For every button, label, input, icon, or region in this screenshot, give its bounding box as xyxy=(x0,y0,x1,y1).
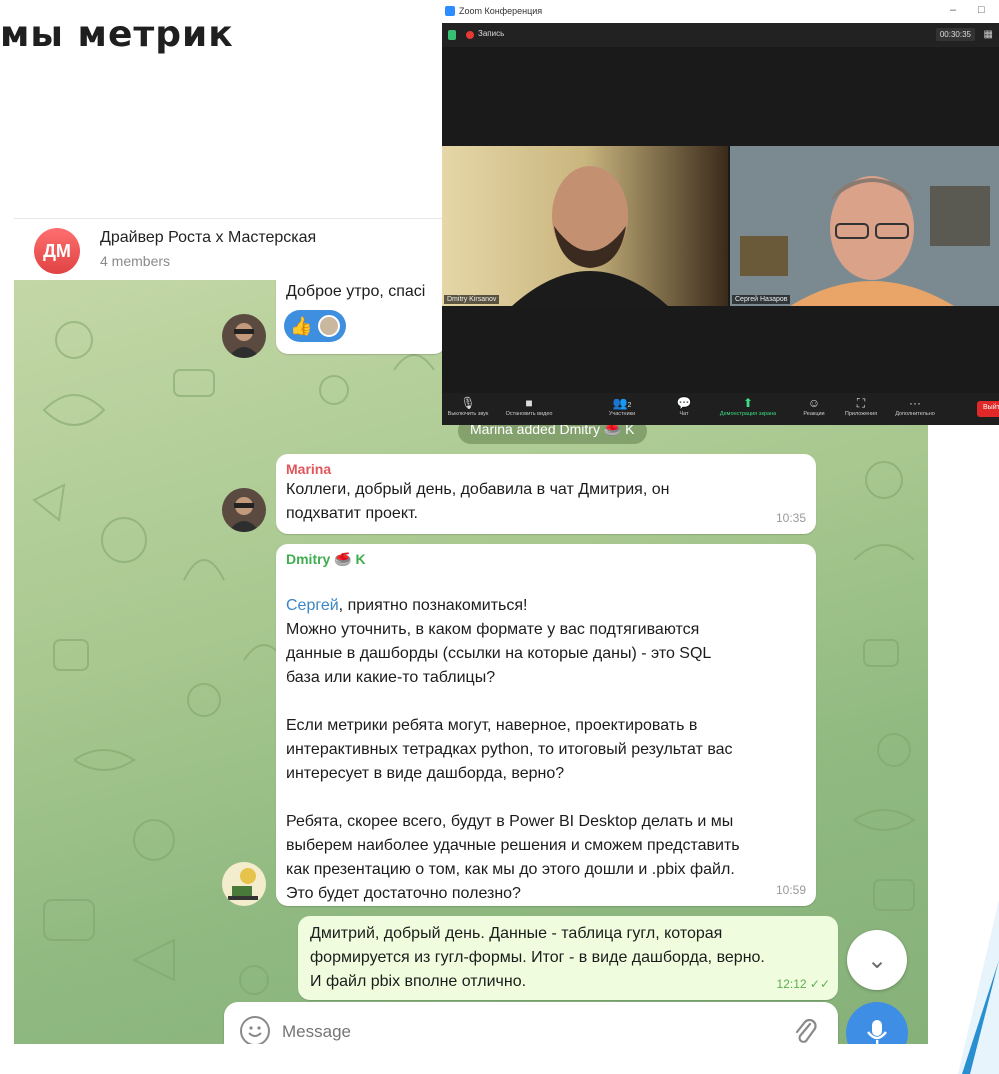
meeting-timer: 00:30:35 xyxy=(935,28,975,41)
reactor-avatar xyxy=(318,315,341,337)
reactions-button[interactable]: ☺ Реакции xyxy=(792,395,836,417)
reaction-chip[interactable]: 👍 xyxy=(284,310,347,342)
record-icon xyxy=(466,31,474,39)
reactions-icon: ☺ xyxy=(807,396,821,410)
chat-header[interactable]: ДМ Драйвер Роста x Мастерская 4 members xyxy=(14,218,444,280)
message-sender: Dmitry 🥌 K xyxy=(286,551,366,567)
participant-video[interactable]: Сергей Назаров xyxy=(730,146,999,306)
participants-count: 2 xyxy=(627,402,632,409)
message-paragraph: Ребята, скорее всего, будут в Power BI D… xyxy=(286,813,740,902)
emoji-icon[interactable] xyxy=(240,1016,270,1044)
sender-avatar[interactable] xyxy=(222,488,266,532)
chat-members-count: 4 members xyxy=(100,253,171,269)
message-text: Сергей, приятно познакомиться! xyxy=(286,597,528,614)
message-input[interactable] xyxy=(282,1016,752,1044)
message-sender: Marina xyxy=(286,461,332,477)
scroll-down-button[interactable]: ⌄ xyxy=(847,930,907,990)
thumbs-up-icon: 👍 xyxy=(290,316,313,336)
message-time: 12:12 ✓✓ xyxy=(776,977,830,991)
more-button[interactable]: ··· Дополнительно xyxy=(888,395,942,417)
stop-video-button[interactable]: ■ Остановить видео xyxy=(500,395,558,417)
zoom-titlebar[interactable]: Zoom Конференция – □ xyxy=(442,0,999,23)
more-icon: ··· xyxy=(909,396,921,410)
participant-video[interactable]: Dmitry Kirsanov xyxy=(442,146,728,306)
chat-button[interactable]: 💬 Чат xyxy=(662,395,706,417)
minimize-button[interactable]: – xyxy=(950,4,956,16)
participant-name: Сергей Назаров xyxy=(732,295,791,304)
message-bubble-outgoing[interactable]: Дмитрий, добрый день. Данные - таблица г… xyxy=(298,916,838,1000)
message-paragraph: Можно уточнить, в каком формате у вас по… xyxy=(286,621,712,686)
message-text: Коллеги, добрый день, добавила в чат Дми… xyxy=(286,481,670,522)
sender-avatar[interactable] xyxy=(222,862,266,906)
zoom-logo-icon xyxy=(445,6,455,16)
chat-avatar: ДМ xyxy=(34,228,80,274)
message-text: Доброе утро, спасі xyxy=(286,283,426,300)
message-composer[interactable] xyxy=(224,1002,838,1044)
shield-icon[interactable] xyxy=(448,30,456,40)
video-icon: ■ xyxy=(525,396,533,410)
participant-name: Dmitry Kirsanov xyxy=(444,295,500,304)
message-bubble[interactable]: Marina Коллеги, добрый день, добавила в … xyxy=(276,454,816,534)
message-text: Дмитрий, добрый день. Данные - таблица г… xyxy=(310,925,765,990)
recording-label: Запись xyxy=(478,29,505,38)
message-time: 10:59 xyxy=(775,883,806,897)
chevron-down-icon: ⌄ xyxy=(866,946,888,974)
apps-button[interactable]: ⛶ Приложения xyxy=(838,395,884,417)
grid-view-icon[interactable]: ▦ xyxy=(984,29,993,40)
mute-button[interactable]: 🎙 Выключить звук xyxy=(444,395,492,417)
message-bubble[interactable]: Dmitry 🥌 K Сергей, приятно познакомиться… xyxy=(276,544,816,906)
message-bubble[interactable]: Доброе утро, спасі 👍 xyxy=(276,280,446,354)
chat-icon: 💬 xyxy=(676,396,692,410)
mic-icon: 🎙 xyxy=(460,396,476,410)
mic-icon xyxy=(867,1020,887,1044)
leave-meeting-button[interactable]: Выйти xyxy=(977,401,999,417)
sender-avatar[interactable] xyxy=(222,314,266,358)
zoom-window[interactable]: Zoom Конференция – □ Запись 00:30:35 ▦ D… xyxy=(442,0,999,425)
zoom-meeting-bar: Запись 00:30:35 ▦ xyxy=(442,23,999,47)
maximize-button[interactable]: □ xyxy=(978,4,985,16)
mention-link[interactable]: Сергей xyxy=(286,597,339,614)
share-screen-button[interactable]: ⬆ Демонстрация экрана xyxy=(712,395,784,417)
participants-icon: 👥2 xyxy=(612,396,632,410)
attach-icon[interactable] xyxy=(792,1016,818,1044)
apps-icon: ⛶ xyxy=(856,396,866,410)
zoom-toolbar: 🎙 Выключить звук ■ Остановить видео 👥2 У… xyxy=(442,393,999,425)
chat-title: Драйвер Роста x Мастерская xyxy=(100,229,317,246)
participants-button[interactable]: 👥2 Участники xyxy=(598,395,646,417)
double-check-icon: ✓✓ xyxy=(809,977,830,991)
share-screen-icon: ⬆ xyxy=(742,396,754,410)
zoom-window-title: Zoom Конференция xyxy=(459,6,543,16)
slide-title: мы метрик xyxy=(0,14,234,55)
message-time: 10:35 xyxy=(775,511,806,525)
message-paragraph: Если метрики ребята могут, наверное, про… xyxy=(286,717,733,782)
slide-decoration xyxy=(958,900,999,1074)
